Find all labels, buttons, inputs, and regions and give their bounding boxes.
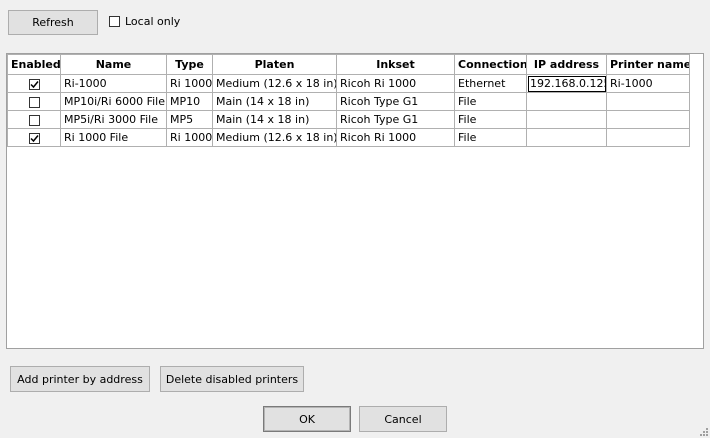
cell-inkset[interactable]: Ricoh Type G1 [336, 92, 455, 111]
cell-name[interactable]: MP10i/Ri 6000 File [60, 92, 167, 111]
add-printer-by-address-label: Add printer by address [17, 372, 143, 386]
delete-disabled-printers-button[interactable]: Delete disabled printers [160, 366, 304, 392]
cell-platen[interactable]: Main (14 x 18 in) [212, 110, 337, 129]
cell-ip-address[interactable] [526, 92, 607, 111]
ok-button[interactable]: OK [263, 406, 351, 432]
cell-connection[interactable]: File [454, 110, 527, 129]
cell-type[interactable]: MP10 [166, 92, 213, 111]
column-header-enabled[interactable]: Enabled [7, 54, 61, 75]
table-row[interactable]: Ri 1000 File Ri 1000 Medium (12.6 x 18 in)… [7, 128, 690, 147]
column-header-connection[interactable]: Connection [454, 54, 527, 75]
cell-type[interactable]: Ri 1000 [166, 128, 213, 147]
cell-platen[interactable]: Medium (12.6 x 18 in) [212, 128, 337, 147]
cell-type[interactable]: MP5 [166, 110, 213, 129]
enabled-checkbox[interactable] [28, 96, 40, 108]
column-header-name[interactable]: Name [60, 54, 167, 75]
local-only-label: Local only [125, 15, 181, 28]
printer-table[interactable]: Enabled Name Type Platen Inkset Connecti… [6, 53, 704, 349]
add-printer-by-address-button[interactable]: Add printer by address [10, 366, 150, 392]
column-header-platen[interactable]: Platen [212, 54, 337, 75]
enabled-checkbox[interactable] [28, 132, 40, 144]
cell-name[interactable]: MP5i/Ri 3000 File [60, 110, 167, 129]
cell-inkset[interactable]: Ricoh Ri 1000 [336, 128, 455, 147]
cell-enabled[interactable] [7, 110, 61, 129]
column-header-type[interactable]: Type [166, 54, 213, 75]
delete-disabled-printers-label: Delete disabled printers [165, 372, 299, 386]
cell-name[interactable]: Ri 1000 File [60, 128, 167, 147]
cell-printer-name[interactable] [606, 92, 690, 111]
cell-platen[interactable]: Main (14 x 18 in) [212, 92, 337, 111]
cell-platen[interactable]: Medium (12.6 x 18 in) [212, 74, 337, 93]
cell-ip-address[interactable] [526, 110, 607, 129]
column-header-printer-name[interactable]: Printer name [606, 54, 690, 75]
table-row[interactable]: MP5i/Ri 3000 File MP5 Main (14 x 18 in) Ric… [7, 110, 690, 129]
checkmark-icon [29, 134, 39, 142]
resize-grip-icon[interactable] [698, 426, 708, 436]
table-header-row: Enabled Name Type Platen Inkset Connecti… [7, 54, 690, 75]
column-header-ip-address[interactable]: IP address [526, 54, 607, 75]
cell-connection[interactable]: Ethernet [454, 74, 527, 93]
table-row[interactable]: MP10i/Ri 6000 File MP10 Main (14 x 18 in) R… [7, 92, 690, 111]
cell-printer-name[interactable]: Ri-1000 [606, 74, 690, 93]
refresh-button[interactable]: Refresh [8, 10, 98, 35]
cell-enabled[interactable] [7, 92, 61, 111]
refresh-button-label: Refresh [32, 16, 74, 29]
cell-enabled[interactable] [7, 74, 61, 93]
cell-inkset[interactable]: Ricoh Ri 1000 [336, 74, 455, 93]
table-row[interactable]: Ri-1000 Ri 1000 Medium (12.6 x 18 in) Ricoh… [7, 74, 690, 93]
column-header-inkset[interactable]: Inkset [336, 54, 455, 75]
ok-button-label: OK [299, 412, 315, 426]
cell-enabled[interactable] [7, 128, 61, 147]
cell-printer-name[interactable] [606, 110, 690, 129]
cancel-button-label: Cancel [384, 412, 422, 426]
cell-ip-address[interactable] [526, 128, 607, 147]
local-only-checkbox[interactable] [109, 16, 120, 27]
cell-ip-address[interactable]: 192.168.0.125 [526, 74, 607, 93]
enabled-checkbox[interactable] [28, 78, 40, 90]
cancel-button[interactable]: Cancel [359, 406, 447, 432]
cell-connection[interactable]: File [454, 128, 527, 147]
cell-inkset[interactable]: Ricoh Type G1 [336, 110, 455, 129]
enabled-checkbox[interactable] [28, 114, 40, 126]
cell-type[interactable]: Ri 1000 [166, 74, 213, 93]
checkmark-icon [29, 80, 39, 88]
cell-connection[interactable]: File [454, 92, 527, 111]
cell-name[interactable]: Ri-1000 [60, 74, 167, 93]
cell-printer-name[interactable] [606, 128, 690, 147]
